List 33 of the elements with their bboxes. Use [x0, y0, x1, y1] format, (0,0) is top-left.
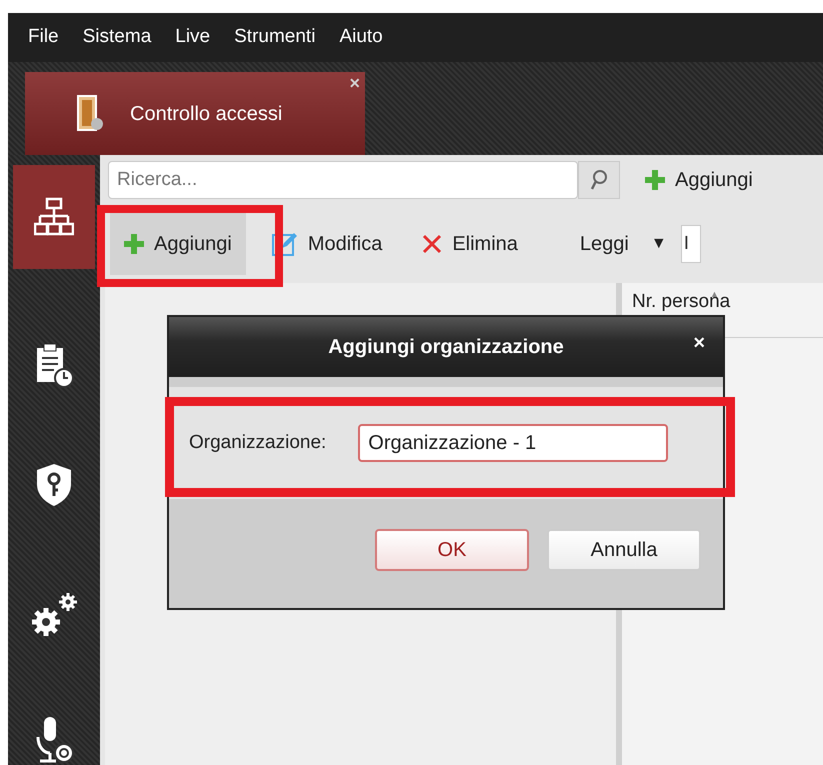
search-field[interactable]: Ricerca...: [108, 161, 578, 199]
hierarchy-icon: [34, 197, 74, 238]
field-label: Organizzazione:: [189, 430, 326, 455]
caret-icon: ▼: [650, 232, 667, 256]
ok-button[interactable]: OK: [375, 529, 529, 571]
gears-icon: [30, 592, 78, 638]
menu-item[interactable]: Strumenti: [234, 23, 316, 52]
close-icon[interactable]: ×: [349, 74, 360, 92]
edit-button[interactable]: Modifica: [258, 213, 396, 275]
input-field[interactable]: Organizzazione - 1: [358, 424, 668, 462]
menu-item[interactable]: Live: [175, 23, 210, 52]
search-icon: [590, 169, 608, 191]
dialog-title: Aggiungi organizzazione: [328, 335, 564, 360]
delete-icon: [422, 234, 442, 254]
sidebar-item[interactable]: [13, 165, 95, 270]
menu-item[interactable]: Aiuto: [339, 23, 383, 52]
clipboard-clock-icon: [34, 342, 74, 388]
edit-icon: [272, 232, 298, 256]
read-dropdown[interactable]: Leggi ▼: [580, 229, 667, 259]
add-button[interactable]: Aggiungi: [645, 165, 753, 195]
menu-item[interactable]: File: [28, 23, 59, 52]
cancel-button[interactable]: Annulla: [547, 529, 701, 571]
input-field[interactable]: I: [680, 225, 701, 263]
delete-button[interactable]: Elimina: [408, 213, 532, 275]
tab-label: Controllo accessi: [130, 102, 282, 126]
shield-key-icon: [34, 462, 74, 508]
plus-icon: [124, 234, 144, 254]
add-button[interactable]: Aggiungi: [110, 213, 246, 275]
menu-item[interactable]: Sistema: [82, 23, 152, 52]
search-button[interactable]: [578, 161, 620, 199]
plus-icon: [645, 170, 665, 190]
tab[interactable]: Controllo accessi ×: [25, 72, 365, 155]
door-icon: [75, 94, 105, 134]
